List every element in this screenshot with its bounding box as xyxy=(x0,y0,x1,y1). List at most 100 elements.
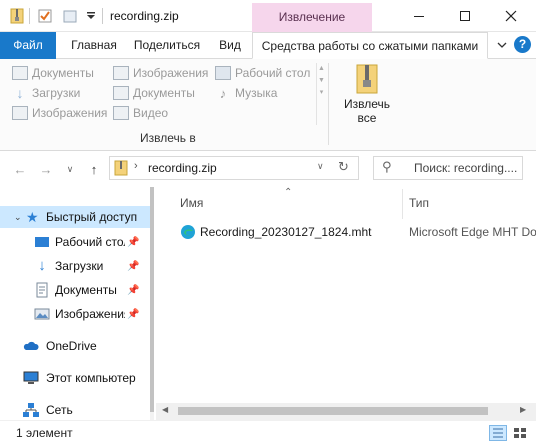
scroll-down-icon[interactable]: ▼ xyxy=(317,75,326,87)
horizontal-scrollbar-thumb[interactable] xyxy=(178,407,488,415)
ribbon-group-label: Извлечь в xyxy=(140,131,196,145)
sort-ascending-icon: ⌃ xyxy=(284,187,293,198)
arrow-up-icon: ↑ xyxy=(90,161,98,177)
large-icons-view-button[interactable] xyxy=(511,425,529,441)
nav-item-pictures[interactable]: Изображения 📌 xyxy=(0,303,150,325)
new-folder-icon[interactable] xyxy=(62,8,78,24)
back-button[interactable]: ← xyxy=(10,159,30,179)
music-note-icon: ♪ xyxy=(219,85,227,101)
extract-to-desktop[interactable]: Рабочий стол xyxy=(215,64,310,82)
extract-to-downloads[interactable]: ↓ Загрузки xyxy=(12,84,81,102)
tab-share[interactable]: Поделиться xyxy=(129,32,205,59)
nav-item-this-pc[interactable]: Этот компьютер xyxy=(0,367,150,389)
extract-to-video[interactable]: Видео xyxy=(113,104,168,122)
pin-icon: 📌 xyxy=(127,308,140,320)
close-icon xyxy=(505,10,517,22)
minimize-button[interactable] xyxy=(396,0,442,32)
download-icon: ↓ xyxy=(38,257,46,274)
nav-item-onedrive[interactable]: OneDrive xyxy=(0,335,150,357)
nav-item-quick-access[interactable]: ⌄ ★ Быстрый доступ xyxy=(0,206,150,228)
file-list: ⌃ Имя Тип Recording_20230127_1824.mht Mi… xyxy=(156,187,536,420)
pin-icon: 📌 xyxy=(127,236,140,248)
scroll-left-icon[interactable]: ◀ xyxy=(162,405,168,414)
folder-video-icon xyxy=(113,106,129,120)
title-bar: recording.zip Извлечение xyxy=(0,0,536,32)
tab-home[interactable]: Главная xyxy=(63,32,125,59)
nav-item-downloads[interactable]: ↓ Загрузки 📌 xyxy=(0,255,150,277)
zip-folder-icon xyxy=(9,8,25,24)
download-arrow-icon: ↓ xyxy=(16,85,24,101)
cloud-icon xyxy=(22,338,39,354)
column-header-name[interactable]: Имя xyxy=(180,196,203,210)
table-row[interactable]: Recording_20230127_1824.mht Microsoft Ed… xyxy=(174,221,536,243)
computer-icon xyxy=(22,370,39,386)
desktop-icon xyxy=(34,234,50,250)
pin-icon: 📌 xyxy=(127,260,140,272)
chevron-down-icon[interactable]: ⌄ xyxy=(14,212,22,223)
close-button[interactable] xyxy=(488,0,534,32)
search-icon: ⚲ xyxy=(382,159,392,174)
search-input[interactable]: Поиск: recording.... xyxy=(414,161,517,175)
ribbon-panel: Документы ↓ Загрузки Изображения Изображ… xyxy=(0,59,536,151)
folder-documents-icon xyxy=(113,86,129,100)
star-icon: ★ xyxy=(26,209,39,225)
recent-locations-button[interactable]: ∨ xyxy=(60,159,80,179)
horizontal-scrollbar[interactable]: ◀ ▶ xyxy=(156,403,536,420)
ribbon-expand-button[interactable] xyxy=(496,39,508,54)
item-count: 1 элемент xyxy=(16,426,73,440)
scroll-up-icon[interactable]: ▲ xyxy=(317,63,326,75)
address-row: ← → ∨ ↑ › recording.zip ∨ ↻ ⚲ Поиск: rec… xyxy=(0,151,536,187)
scroll-right-icon[interactable]: ▶ xyxy=(520,405,526,414)
gallery-scroller[interactable]: ▲ ▼ ▾ xyxy=(316,63,326,125)
arrow-right-icon: → xyxy=(39,161,53,177)
file-type: Microsoft Edge MHT Do xyxy=(409,225,536,239)
file-name: Recording_20230127_1824.mht xyxy=(200,225,372,239)
ribbon-separator xyxy=(328,63,329,145)
nav-item-documents[interactable]: Документы 📌 xyxy=(0,279,150,301)
extract-to-pictures[interactable]: Изображения xyxy=(12,104,107,122)
column-divider[interactable] xyxy=(402,189,403,219)
details-view-icon xyxy=(493,428,503,438)
address-dropdown-icon[interactable]: ∨ xyxy=(317,161,324,172)
context-tab-extract: Извлечение xyxy=(252,3,372,32)
forward-button[interactable]: → xyxy=(36,159,56,179)
nav-scrollbar-thumb[interactable] xyxy=(150,187,154,412)
nav-item-network[interactable]: Сеть xyxy=(0,399,150,421)
extract-all-label-1: Извлечь xyxy=(343,97,390,111)
ribbon-tabs: Файл Главная Поделиться Вид Средства раб… xyxy=(0,32,536,59)
address-bar[interactable]: › recording.zip ∨ ↻ xyxy=(109,156,359,180)
address-path[interactable]: recording.zip xyxy=(148,161,217,175)
column-header-type[interactable]: Тип xyxy=(409,196,429,210)
folder-documents-icon xyxy=(12,66,28,80)
window-title: recording.zip xyxy=(110,9,179,23)
large-icons-view-icon xyxy=(514,428,526,438)
extract-to-documents[interactable]: Документы xyxy=(12,64,94,82)
nav-item-desktop[interactable]: Рабочий стол 📌 xyxy=(0,231,150,253)
navigation-pane: ⌄ ★ Быстрый доступ Рабочий стол 📌 ↓ Загр… xyxy=(0,187,150,420)
refresh-icon[interactable]: ↻ xyxy=(338,159,349,175)
extract-to-pictures-2[interactable]: Изображения xyxy=(113,64,208,82)
folder-pictures-icon xyxy=(12,106,28,120)
extract-zip-icon xyxy=(353,63,381,95)
breadcrumb-separator-icon[interactable]: › xyxy=(134,160,138,172)
desktop-folder-icon xyxy=(215,66,231,80)
documents-icon xyxy=(34,282,50,298)
maximize-button[interactable] xyxy=(442,0,488,32)
details-view-button[interactable] xyxy=(489,425,507,441)
help-icon[interactable]: ? xyxy=(514,36,531,53)
search-box[interactable]: ⚲ Поиск: recording.... xyxy=(373,156,523,180)
extract-all-label-2: все xyxy=(357,111,377,125)
properties-icon[interactable] xyxy=(37,8,53,24)
status-bar: 1 элемент xyxy=(0,420,536,444)
tab-compressed-tools[interactable]: Средства работы со сжатыми папками xyxy=(252,32,488,59)
extract-all-button[interactable]: Извлечь все xyxy=(336,61,398,129)
pin-icon: 📌 xyxy=(127,284,140,296)
customize-toolbar-icon[interactable] xyxy=(86,10,102,26)
extract-to-documents-2[interactable]: Документы xyxy=(113,84,195,102)
gallery-more-icon[interactable]: ▾ xyxy=(317,87,326,99)
extract-to-music[interactable]: ♪ Музыка xyxy=(215,84,278,102)
up-button[interactable]: ↑ xyxy=(84,159,104,179)
tab-view[interactable]: Вид xyxy=(212,32,248,59)
network-icon xyxy=(22,402,39,418)
tab-file[interactable]: Файл xyxy=(0,32,56,59)
